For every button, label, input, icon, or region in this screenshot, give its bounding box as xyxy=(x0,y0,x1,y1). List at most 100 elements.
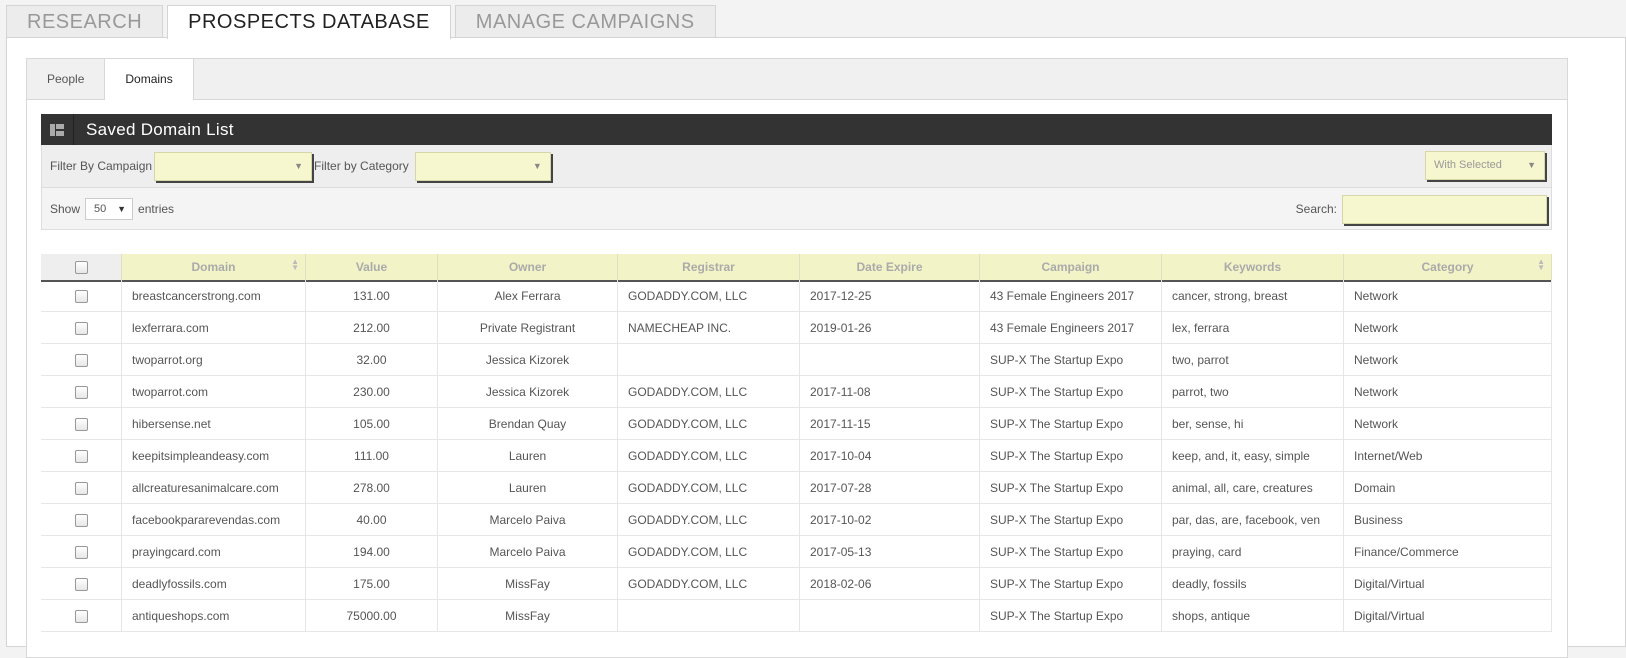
cell-owner: Marcelo Paiva xyxy=(437,535,618,568)
col-campaign[interactable]: Campaign xyxy=(979,254,1162,280)
cell-owner: Jessica Kizorek xyxy=(437,343,618,376)
cell-keywords: praying, card xyxy=(1161,535,1344,568)
tab-prospects-database[interactable]: PROSPECTS DATABASE xyxy=(167,5,451,39)
select-all-header xyxy=(41,254,122,280)
cell-registrar: GODADDY.COM, LLC xyxy=(617,471,800,504)
cell-campaign: SUP-X The Startup Expo xyxy=(979,599,1162,632)
table-row[interactable]: breastcancerstrong.com 131.00 Alex Ferrara… xyxy=(41,280,1552,312)
domains-panel: People Domains Saved Domain List Filter … xyxy=(26,58,1568,658)
col-value[interactable]: Value xyxy=(305,254,438,280)
cell-category: Network xyxy=(1343,343,1552,376)
table-row[interactable]: deadlyfossils.com 175.00 MissFay GODADDY.CO… xyxy=(41,567,1552,600)
row-checkbox-cell xyxy=(41,439,122,472)
cell-date-expire xyxy=(799,343,980,376)
row-checkbox-cell xyxy=(41,343,122,376)
cell-value: 175.00 xyxy=(305,567,438,600)
cell-keywords: lex, ferrara xyxy=(1161,311,1344,344)
cell-domain: twoparrot.com xyxy=(121,375,306,408)
row-checkbox[interactable] xyxy=(74,321,88,335)
select-all-checkbox[interactable] xyxy=(74,261,88,275)
sub-tab-people[interactable]: People xyxy=(27,59,106,99)
cell-owner: Lauren xyxy=(437,439,618,472)
with-selected-select[interactable]: With Selected ▼ xyxy=(1425,151,1545,180)
row-checkbox-cell xyxy=(41,280,122,312)
cell-domain: facebookpararevendas.com xyxy=(121,503,306,536)
cell-campaign: SUP-X The Startup Expo xyxy=(979,567,1162,600)
cell-category: Network xyxy=(1343,280,1552,312)
row-checkbox[interactable] xyxy=(74,481,88,495)
cell-date-expire: 2017-10-04 xyxy=(799,439,980,472)
row-checkbox[interactable] xyxy=(74,545,88,559)
table-body: breastcancerstrong.com 131.00 Alex Ferrara… xyxy=(41,280,1552,632)
cell-domain: lexferrara.com xyxy=(121,311,306,344)
row-checkbox-cell xyxy=(41,535,122,568)
row-checkbox[interactable] xyxy=(74,609,88,623)
cell-registrar: GODADDY.COM, LLC xyxy=(617,503,800,536)
col-date-expire[interactable]: Date Expire xyxy=(799,254,980,280)
cell-registrar: NAMECHEAP INC. xyxy=(617,311,800,344)
cell-value: 230.00 xyxy=(305,375,438,408)
table-row[interactable]: keepitsimpleandeasy.com 111.00 Lauren GODAD… xyxy=(41,439,1552,472)
row-checkbox[interactable] xyxy=(74,385,88,399)
cell-campaign: 43 Female Engineers 2017 xyxy=(979,311,1162,344)
table-row[interactable]: antiqueshops.com 75000.00 MissFay SUP-X The… xyxy=(41,599,1552,632)
row-checkbox[interactable] xyxy=(74,513,88,527)
cell-registrar: GODADDY.COM, LLC xyxy=(617,439,800,472)
cell-value: 32.00 xyxy=(305,343,438,376)
cell-campaign: SUP-X The Startup Expo xyxy=(979,375,1162,408)
row-checkbox-cell xyxy=(41,375,122,408)
cell-value: 40.00 xyxy=(305,503,438,536)
cell-date-expire: 2017-11-08 xyxy=(799,375,980,408)
cell-registrar xyxy=(617,343,800,376)
cell-value: 111.00 xyxy=(305,439,438,472)
cell-campaign: SUP-X The Startup Expo xyxy=(979,343,1162,376)
chevron-down-icon: ▼ xyxy=(117,203,127,214)
table-row[interactable]: allcreaturesanimalcare.com 278.00 Lauren GO… xyxy=(41,471,1552,504)
table-row[interactable]: hibersense.net 105.00 Brendan Quay GODADDY.… xyxy=(41,407,1552,440)
col-registrar[interactable]: Registrar xyxy=(617,254,800,280)
table-row[interactable]: twoparrot.org 32.00 Jessica Kizorek SUP-X T… xyxy=(41,343,1552,376)
cell-domain: keepitsimpleandeasy.com xyxy=(121,439,306,472)
search-label: Search: xyxy=(1295,202,1337,216)
sub-tab-domains[interactable]: Domains xyxy=(105,59,194,100)
search-input[interactable] xyxy=(1342,195,1547,224)
cell-owner: Jessica Kizorek xyxy=(437,375,618,408)
cell-category: Business xyxy=(1343,503,1552,536)
col-domain-label: Domain xyxy=(191,260,236,274)
cell-keywords: animal, all, care, creatures xyxy=(1161,471,1344,504)
col-category[interactable]: Category ▲ ▼ xyxy=(1343,254,1552,280)
entries-label: entries xyxy=(138,201,175,216)
row-checkbox-cell xyxy=(41,567,122,600)
cell-owner: Private Registrant xyxy=(437,311,618,344)
tab-research[interactable]: RESEARCH xyxy=(6,5,164,37)
entries-select[interactable]: 50 ▼ xyxy=(85,197,134,220)
top-tab-bar: RESEARCH PROSPECTS DATABASE MANAGE CAMPA… xyxy=(6,5,716,39)
table-row[interactable]: lexferrara.com 212.00 Private Registrant NA… xyxy=(41,311,1552,344)
col-keywords[interactable]: Keywords xyxy=(1161,254,1344,280)
row-checkbox[interactable] xyxy=(74,449,88,463)
filter-campaign-select[interactable]: ▼ xyxy=(154,151,313,181)
cell-category: Network xyxy=(1343,311,1552,344)
col-owner[interactable]: Owner xyxy=(437,254,618,280)
filter-category-select[interactable]: ▼ xyxy=(414,151,551,181)
entries-value: 50 xyxy=(94,202,107,215)
row-checkbox[interactable] xyxy=(74,417,88,431)
cell-value: 131.00 xyxy=(305,280,438,312)
cell-date-expire: 2017-10-02 xyxy=(799,503,980,536)
col-domain[interactable]: Domain ▲ ▼ xyxy=(121,254,306,280)
table-row[interactable]: twoparrot.com 230.00 Jessica Kizorek GODADD… xyxy=(41,375,1552,408)
row-checkbox[interactable] xyxy=(74,577,88,591)
cell-keywords: two, parrot xyxy=(1161,343,1344,376)
row-checkbox[interactable] xyxy=(74,289,88,303)
table-row[interactable]: facebookpararevendas.com 40.00 Marcelo Pai… xyxy=(41,503,1552,536)
cell-domain: twoparrot.org xyxy=(121,343,306,376)
tab-manage-campaigns[interactable]: MANAGE CAMPAIGNS xyxy=(454,5,716,37)
cell-domain: hibersense.net xyxy=(121,407,306,440)
table-row[interactable]: prayingcard.com 194.00 Marcelo Paiva GODADD… xyxy=(41,535,1552,568)
cell-keywords: keep, and, it, easy, simple xyxy=(1161,439,1344,472)
widget-title: Saved Domain List xyxy=(86,119,234,139)
sort-icon: ▲ ▼ xyxy=(291,257,299,272)
cell-registrar: GODADDY.COM, LLC xyxy=(617,535,800,568)
cell-keywords: shops, antique xyxy=(1161,599,1344,632)
row-checkbox[interactable] xyxy=(74,353,88,367)
